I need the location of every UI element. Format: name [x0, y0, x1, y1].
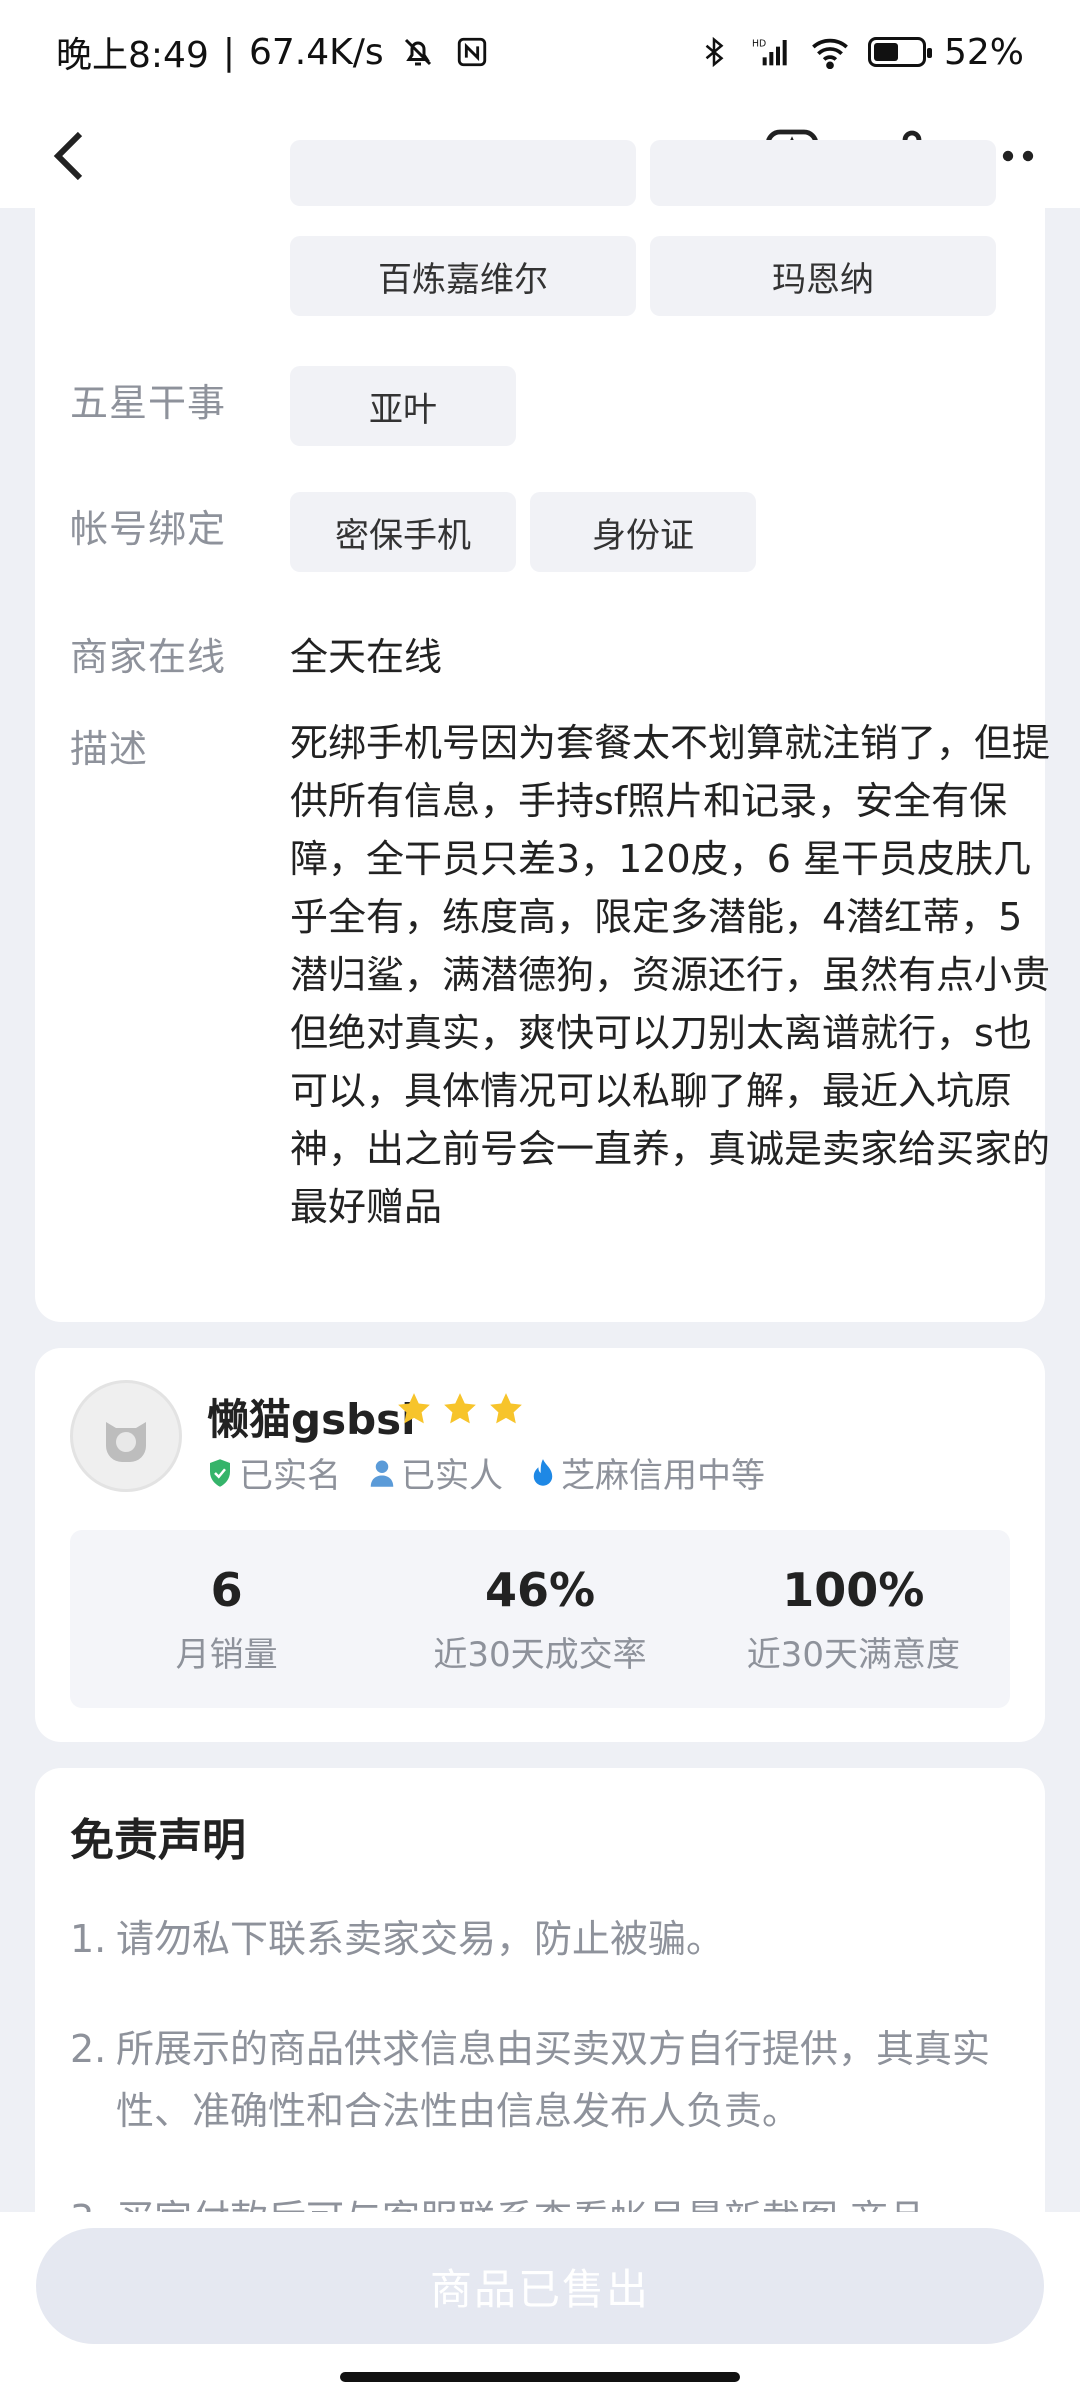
status-left: 晚上8:49 | 67.4K/s	[56, 26, 492, 78]
bluetooth-icon	[694, 32, 734, 72]
shield-check-icon	[210, 1458, 230, 1487]
back-icon	[53, 131, 83, 181]
flame-icon	[533, 1458, 553, 1486]
disclaimer-item-number: 1.	[70, 1917, 107, 1961]
description-text: 死绑手机号因为套餐太不划算就注销了，但提供所有信息，手持sf照片和记录，安全有保…	[290, 721, 1051, 1229]
five-star-tag: 亚叶	[290, 366, 516, 446]
badge-label: 芝麻信用中等	[561, 1456, 765, 1496]
disclaimer-item-text: 请勿私下联系卖家交易，防止被骗。	[116, 1917, 725, 1961]
seller-stats: 6 月销量 46% 近30天成交率 100% 近30天满意度	[70, 1530, 1010, 1708]
badge-real-name: 已实名	[207, 1448, 341, 1497]
binding-label: 帐号绑定	[70, 507, 227, 551]
star-icon	[398, 1393, 430, 1424]
badge-real-person: 已实人	[369, 1448, 503, 1497]
stat-satisfaction: 100% 近30天满意度	[697, 1530, 1010, 1708]
stat-label: 近30天满意度	[746, 1634, 960, 1675]
status-battery-percent: 52%	[943, 31, 1024, 73]
stat-value: 46%	[484, 1562, 596, 1617]
badge-credit: 芝麻信用中等	[531, 1448, 765, 1497]
partial-tag-hidden-2	[650, 140, 996, 206]
stat-value: 100%	[782, 1562, 925, 1617]
online-label: 商家在线	[70, 635, 227, 679]
wifi-icon	[810, 32, 850, 72]
description-label: 描述	[70, 727, 149, 771]
seller-card[interactable]: 懒猫gsbsi 已实名 已实人 芝麻信用中等 6 月销量 46% 近30天成交率…	[35, 1348, 1045, 1742]
status-bar: 晚上8:49 | 67.4K/s HD 52%	[0, 0, 1080, 104]
badge-label: 已实人	[401, 1456, 503, 1496]
status-time: 晚上8:49	[56, 35, 209, 76]
home-indicator[interactable]	[340, 2372, 740, 2382]
stat-value: 6	[210, 1562, 243, 1617]
binding-tag-phone: 密保手机	[290, 492, 516, 572]
sold-out-button[interactable]: 商品已售出	[36, 2228, 1044, 2344]
battery-level	[873, 43, 898, 61]
status-network-speed: 67.4K/s	[248, 31, 384, 73]
star-icon	[444, 1393, 476, 1424]
status-right: HD 52%	[694, 32, 1024, 73]
seller-badges: 已实名 已实人 芝麻信用中等	[207, 1448, 765, 1497]
back-button[interactable]	[40, 126, 100, 186]
disclaimer-title: 免责声明	[70, 1815, 246, 1866]
hd-signal-icon: HD	[752, 32, 792, 72]
tag-item: 玛恩纳	[650, 236, 996, 316]
stat-monthly-sales: 6 月销量	[70, 1530, 383, 1708]
partial-tag-hidden-1	[290, 140, 636, 206]
badge-label: 已实名	[239, 1456, 341, 1496]
disclaimer-item: 1. 请勿私下联系卖家交易，防止被骗。	[70, 1908, 1020, 1970]
tag-item: 百炼嘉维尔	[290, 236, 636, 316]
nfc-icon	[452, 32, 492, 72]
stat-label: 月销量	[175, 1634, 278, 1675]
stat-deal-rate: 46% 近30天成交率	[383, 1530, 696, 1708]
status-divider: |	[222, 31, 235, 73]
bell-off-icon	[398, 32, 438, 72]
binding-tag-id: 身份证	[530, 492, 756, 572]
seller-rating-stars	[395, 1390, 525, 1428]
person-icon	[370, 1460, 394, 1487]
seller-name: 懒猫gsbsi	[207, 1395, 416, 1444]
product-details-card: 百炼嘉维尔 玛恩纳 五星干事 亚叶 帐号绑定 密保手机 身份证 商家在线 全天在…	[35, 140, 1050, 1322]
bottom-action-bar: 商品已售出	[0, 2212, 1080, 2400]
disclaimer-item: 2. 所展示的商品供求信息由买卖双方自行提供，其真实性、准确性和合法性由信息发布…	[70, 2018, 1020, 2142]
battery-icon	[867, 37, 932, 67]
stat-label: 近30天成交率	[433, 1634, 647, 1675]
svg-text:HD: HD	[752, 39, 766, 50]
five-star-label: 五星干事	[70, 381, 227, 425]
star-icon	[490, 1393, 522, 1424]
seller-avatar[interactable]	[70, 1380, 182, 1492]
cat-avatar-icon	[106, 1422, 146, 1462]
online-value: 全天在线	[290, 635, 443, 679]
disclaimer-item-number: 2.	[70, 2027, 107, 2071]
disclaimer-item-text: 所展示的商品供求信息由买卖双方自行提供，其真实性、准确性和合法性由信息发布人负责…	[116, 2027, 991, 2133]
